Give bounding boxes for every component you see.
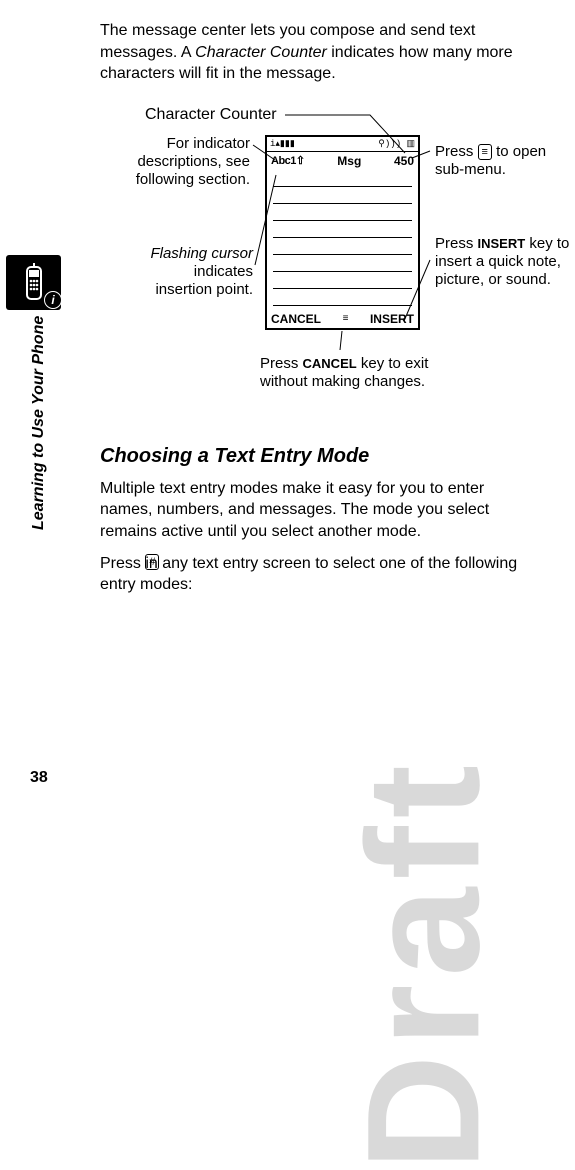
diagram: i▴▮▮▮ ⚲))) ▥ Abc1⇧ Msg 450 CANCEL ≡ INSE… xyxy=(90,105,545,415)
counter-heading-label: Character Counter xyxy=(145,105,277,124)
phone-icon-badge: i xyxy=(6,255,61,310)
softkey-row: CANCEL ≡ INSERT xyxy=(267,310,418,328)
menu-label-before: Press xyxy=(435,143,478,160)
menu-softkey-icon: ≡ xyxy=(343,313,349,324)
mode-indicator: Abc1⇧ xyxy=(271,154,305,167)
status-bar: i▴▮▮▮ ⚲))) ▥ xyxy=(267,137,418,152)
signal-icon: i▴▮▮▮ xyxy=(270,139,295,149)
screen-title: Msg xyxy=(337,154,361,168)
press-paragraph: Press # in any text entry screen to sele… xyxy=(100,553,535,596)
insert-label: Press INSERT key to insert a quick note,… xyxy=(435,235,575,289)
cursor-label-rest: indicates insertion point. xyxy=(155,263,253,298)
menu-key-icon: ≡ xyxy=(478,144,492,160)
battery-icon: ⚲))) ▥ xyxy=(378,139,415,149)
cancel-label: Press CANCEL key to exit without making … xyxy=(260,355,470,391)
modes-paragraph: Multiple text entry modes make it easy f… xyxy=(100,478,535,543)
right-softkey: INSERT xyxy=(370,312,414,326)
intro-character-counter: Character Counter xyxy=(195,44,327,61)
page-number: 38 xyxy=(30,769,48,787)
insert-label-before: Press xyxy=(435,235,478,252)
left-softkey: CANCEL xyxy=(271,312,321,326)
press-after: in any text entry screen to select one o… xyxy=(100,555,517,594)
intro-paragraph: The message center lets you compose and … xyxy=(100,20,535,85)
cursor-label-em: Flashing cursor xyxy=(150,245,253,262)
cursor-label: Flashing cursor indicates insertion poin… xyxy=(138,245,253,299)
press-before: Press xyxy=(100,555,145,572)
cancel-label-before: Press xyxy=(260,355,303,372)
menu-label: Press ≡ to open sub-menu. xyxy=(435,143,570,179)
cancel-key-text: CANCEL xyxy=(303,356,357,371)
hash-key-icon: # xyxy=(145,554,159,570)
insert-key-text: INSERT xyxy=(478,236,526,251)
text-entry-area xyxy=(267,170,418,306)
character-counter-value: 450 xyxy=(394,154,414,168)
subheading-choosing-mode: Choosing a Text Entry Mode xyxy=(100,445,545,468)
draft-watermark: Draft xyxy=(331,757,515,1170)
page-content: The message center lets you compose and … xyxy=(0,0,575,817)
section-title-sidebar: Learning to Use Your Phone xyxy=(30,316,48,530)
info-icon: i xyxy=(44,291,62,309)
indicator-label: For indicator descriptions, see followin… xyxy=(120,135,250,189)
phone-screen-mock: i▴▮▮▮ ⚲))) ▥ Abc1⇧ Msg 450 CANCEL ≡ INSE… xyxy=(265,135,420,330)
title-row: Abc1⇧ Msg 450 xyxy=(267,152,418,170)
